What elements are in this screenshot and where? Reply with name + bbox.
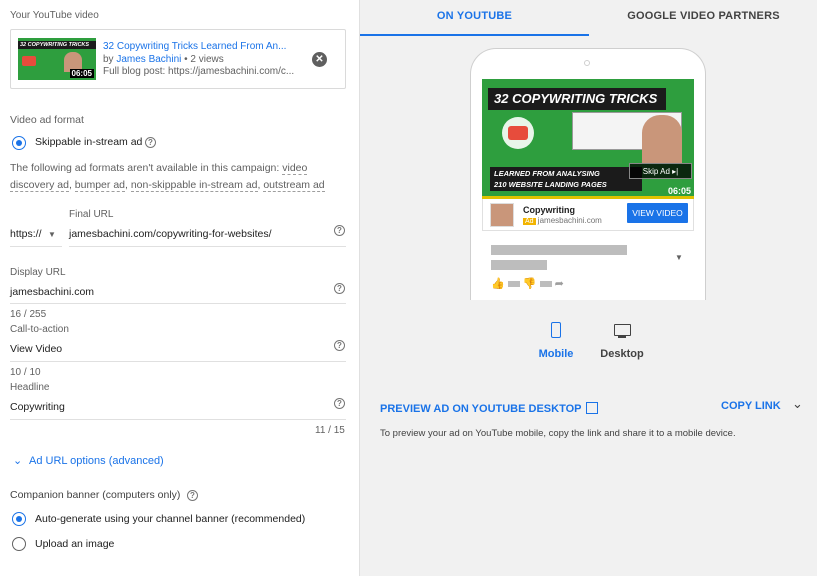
format-bumper-link[interactable]: bumper ad: [74, 179, 125, 192]
help-icon[interactable]: ?: [145, 137, 156, 148]
headline-label: Headline: [10, 382, 50, 393]
cta-label: Call-to-action: [10, 324, 69, 335]
copy-link-button[interactable]: COPY LINK: [721, 400, 781, 412]
open-in-new-icon: [585, 402, 598, 414]
companion-label: Companion banner (computers only): [10, 489, 181, 501]
preview-thumb-sub: LEARNED FROM ANALYSING 210 WEBSITE LANDI…: [490, 167, 642, 191]
chevron-down-icon[interactable]: ⌄: [792, 396, 803, 412]
cta-input[interactable]: View Video: [10, 343, 62, 355]
copy-link-label: COPY LINK: [721, 400, 781, 412]
display-url-input[interactable]: jamesbachini.com: [10, 286, 94, 298]
device-mobile-option[interactable]: Mobile: [532, 320, 580, 364]
help-icon[interactable]: ?: [334, 225, 345, 236]
companion-upload-radio[interactable]: [12, 537, 26, 551]
ad-domain: jamesbachini.com: [537, 216, 602, 225]
format-video-link[interactable]: video: [282, 162, 308, 175]
format-label: Video ad format: [10, 114, 84, 126]
view-count: • 2 views: [184, 54, 224, 65]
channel-link[interactable]: James Bachini: [116, 54, 181, 65]
display-url-count: 16 / 255: [10, 309, 47, 320]
device-mobile-label: Mobile: [538, 348, 574, 360]
companion-upload-label: Upload an image: [35, 538, 115, 550]
display-url-label: Display URL: [10, 267, 66, 278]
tab-google-video-partners[interactable]: GOOGLE VIDEO PARTNERS: [589, 0, 817, 36]
format-discovery-link[interactable]: discovery ad: [10, 179, 69, 192]
skip-ad-button[interactable]: Skip Ad ▸|: [629, 163, 692, 179]
selected-video-card[interactable]: 32 COPYWRITING TRICKS 06:05 32 Copywriti…: [10, 29, 346, 89]
active-tab-indicator: [360, 34, 589, 36]
help-icon[interactable]: ?: [334, 398, 345, 409]
companion-auto-label: Auto-generate using your channel banner …: [35, 513, 306, 525]
skippable-label: Skippable in-stream ad: [35, 136, 143, 148]
phone-camera: [584, 60, 590, 66]
device-desktop-option[interactable]: Desktop: [594, 320, 650, 364]
unavailable-prefix: The following ad formats aren't availabl…: [10, 162, 280, 174]
final-url-label: Final URL: [69, 209, 114, 220]
preview-thumb-title: 32 COPYWRITING TRICKS: [488, 88, 666, 110]
video-title[interactable]: 32 Copywriting Tricks Learned From An...: [103, 41, 286, 52]
tab-on-youtube[interactable]: ON YOUTUBE: [360, 0, 589, 36]
by-label: by: [103, 54, 114, 65]
ad-headline: Copywriting: [523, 205, 575, 215]
channel-avatar: [490, 203, 514, 227]
skippable-radio[interactable]: [12, 136, 26, 150]
view-video-button[interactable]: VIEW VIDEO: [627, 203, 688, 223]
headline-input[interactable]: Copywriting: [10, 401, 65, 413]
expand-arrow-icon: ▼: [675, 253, 683, 262]
placeholder-subtitle: [491, 260, 547, 270]
desktop-icon: [613, 324, 631, 338]
typewriter-icon: [22, 56, 36, 66]
cta-count: 10 / 10: [10, 367, 41, 378]
typewriter-icon: [502, 117, 534, 149]
share-icon: ➦: [554, 278, 564, 290]
preview-thumb-sub2: 210 WEBSITE LANDING PAGES: [494, 180, 607, 189]
format-outstream-link[interactable]: outstream ad: [263, 179, 325, 192]
ad-badge: Ad: [523, 218, 536, 225]
preview-on-desktop-link[interactable]: PREVIEW AD ON YOUTUBE DESKTOP: [380, 400, 598, 416]
reaction-icons: 👍 👎 ➦: [491, 277, 564, 290]
placeholder-title: [491, 245, 627, 255]
presenter-photo: [642, 115, 682, 163]
help-icon[interactable]: ?: [334, 340, 345, 351]
preview-duration: 06:05: [667, 186, 691, 196]
dropdown-arrow-icon: ▼: [48, 230, 56, 239]
device-desktop-label: Desktop: [600, 348, 644, 360]
phone-icon: [551, 322, 561, 338]
ad-url-options-label: Ad URL options (advanced): [29, 455, 164, 467]
headline-count: 11 / 15: [315, 425, 345, 436]
unavailable-formats-note: The following ad formats aren't availabl…: [10, 162, 325, 192]
ad-settings-panel: Your YouTube video 32 COPYWRITING TRICKS…: [0, 0, 359, 576]
thumb-title: 32 COPYWRITING TRICKS: [18, 41, 96, 49]
format-nonskippable-link[interactable]: non-skippable in-stream ad: [130, 179, 258, 192]
video-description: Full blog post: https://jamesbachini.com…: [103, 66, 295, 77]
video-section-label: Your YouTube video: [10, 10, 99, 21]
chevron-down-icon: ⌄: [13, 455, 23, 467]
preview-video-player: 32 COPYWRITING TRICKS LEARNED FROM ANALY…: [482, 79, 694, 199]
thumbs-up-icon: 👍: [491, 278, 505, 290]
help-icon[interactable]: ?: [187, 490, 198, 501]
preview-link-label: PREVIEW AD ON YOUTUBE DESKTOP: [380, 403, 582, 415]
video-thumbnail: 32 COPYWRITING TRICKS 06:05: [18, 38, 96, 80]
thumb-duration: 06:05: [69, 69, 94, 78]
ad-info-bar: Copywriting Ad jamesbachini.com VIEW VID…: [482, 199, 694, 231]
remove-video-button[interactable]: ✕: [312, 52, 327, 67]
mobile-preview-hint: To preview your ad on YouTube mobile, co…: [380, 428, 736, 439]
thumbs-down-icon: 👎: [522, 278, 537, 290]
preview-thumb-sub1: LEARNED FROM ANALYSING: [494, 169, 600, 178]
final-url-input[interactable]: jamesbachini.com/copywriting-for-website…: [69, 228, 272, 240]
phone-frame: 32 COPYWRITING TRICKS LEARNED FROM ANALY…: [470, 48, 706, 300]
protocol-value: https://: [10, 228, 42, 240]
companion-auto-radio[interactable]: [12, 512, 26, 526]
ad-preview-panel: ON YOUTUBE GOOGLE VIDEO PARTNERS 32 COPY…: [359, 0, 817, 576]
close-icon: ✕: [315, 54, 324, 65]
protocol-select[interactable]: https:// ▼: [10, 228, 62, 244]
help-icon[interactable]: ?: [334, 283, 345, 294]
